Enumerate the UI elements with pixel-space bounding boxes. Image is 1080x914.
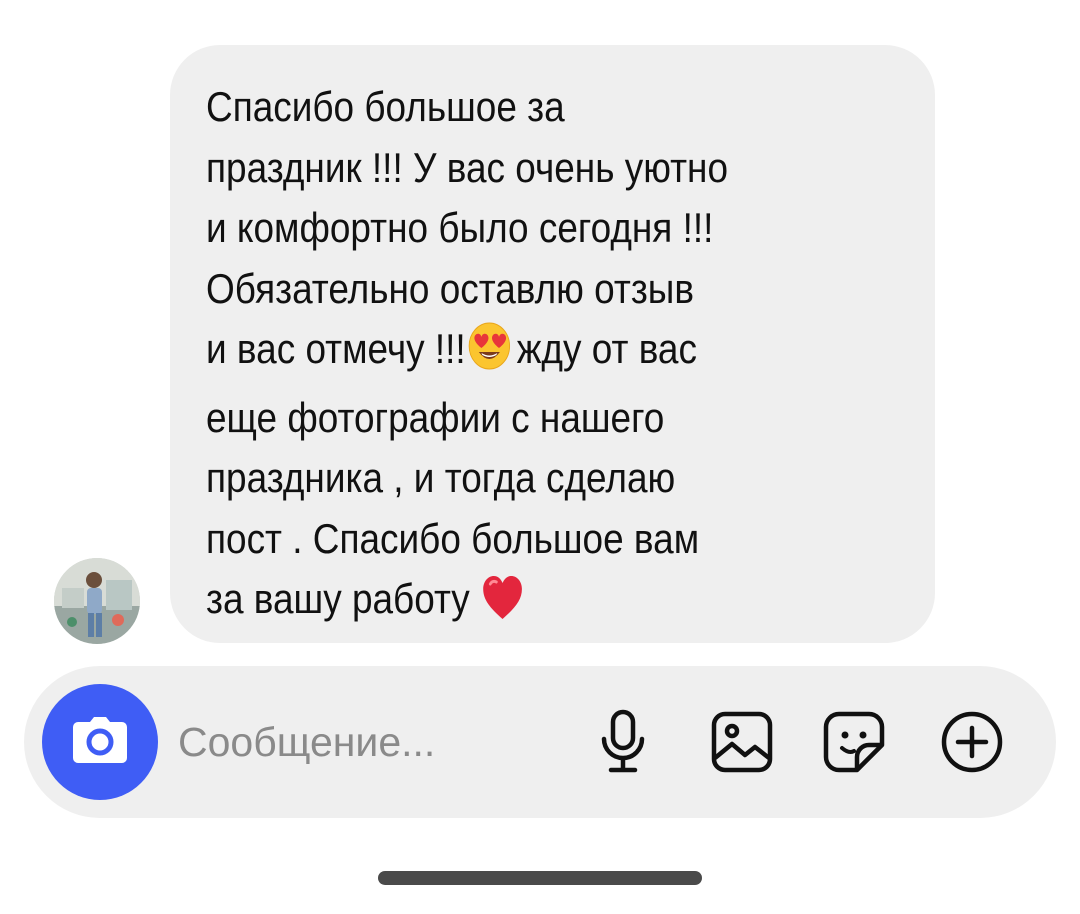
more-button[interactable] (934, 704, 1010, 780)
microphone-icon (600, 709, 646, 775)
camera-button[interactable] (42, 684, 158, 800)
sticker-icon (823, 711, 885, 773)
sticker-button[interactable] (816, 704, 892, 780)
gallery-icon (711, 711, 773, 773)
gallery-button[interactable] (704, 704, 780, 780)
smiling-face-with-heart-eyes-emoji (467, 321, 511, 388)
message-bubble[interactable]: Спасибо большое за праздник !!! У вас оч… (170, 45, 935, 643)
message-composer (24, 666, 1056, 818)
message-text: Спасибо большое за праздник !!! У вас оч… (206, 77, 901, 638)
avatar-photo (54, 558, 140, 644)
plus-icon (941, 711, 1003, 773)
avatar[interactable] (54, 558, 140, 644)
home-indicator[interactable] (378, 871, 702, 885)
message-input[interactable] (178, 706, 548, 778)
red-heart-emoji (482, 575, 524, 638)
camera-icon (72, 716, 128, 769)
microphone-button[interactable] (585, 704, 661, 780)
